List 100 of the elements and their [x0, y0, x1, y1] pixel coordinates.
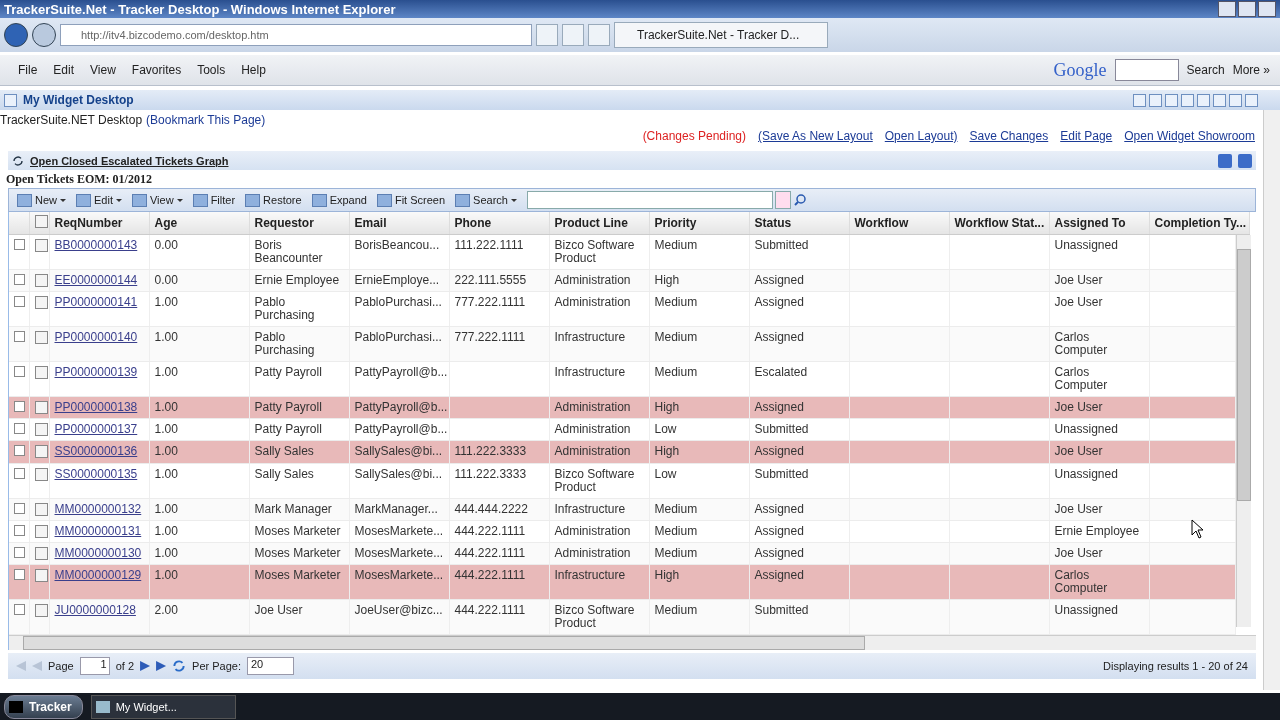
- row-checkbox[interactable]: [34, 568, 48, 582]
- request-link[interactable]: SS0000000136: [54, 444, 138, 459]
- refresh-button[interactable]: [562, 24, 584, 46]
- row-checkbox[interactable]: [34, 401, 48, 415]
- collapse-button[interactable]: [1238, 153, 1252, 168]
- menu-item[interactable]: Favorites: [123, 63, 190, 77]
- request-link[interactable]: MM0000000129: [54, 567, 142, 582]
- request-link[interactable]: SS0000000135: [54, 466, 138, 481]
- layout-link[interactable]: Edit Page: [1060, 129, 1113, 143]
- window-tool-button[interactable]: [1181, 93, 1194, 107]
- select-all-checkbox[interactable]: [34, 215, 48, 228]
- table-row[interactable]: MM0000000132 1.00 Mark Manager MarkManager... 444.444.2222 Infrastructure Medium Assigned Joe User: [9, 498, 1235, 521]
- row-checkbox[interactable]: [34, 603, 48, 617]
- column-header[interactable]: Age: [149, 212, 249, 235]
- row-checkbox[interactable]: [34, 423, 48, 437]
- layout-link[interactable]: (Save As New Layout: [758, 129, 873, 143]
- table-row[interactable]: JU0000000128 2.00 Joe User JoeUser@bizc... 444.222.1111 Bizco Software Product Medium Submitted Unassigned: [9, 599, 1235, 635]
- highlighted-row[interactable]: PP0000000138 1.00 Patty Payroll PattyPayroll@b... Administration High Assigned Joe User: [9, 396, 1235, 419]
- menu-item[interactable]: Edit: [45, 63, 83, 77]
- expand-icon[interactable]: [14, 331, 25, 343]
- expand-icon[interactable]: [14, 568, 25, 580]
- row-checkbox[interactable]: [34, 524, 48, 538]
- horizontal-scrollbar[interactable]: [9, 635, 1256, 650]
- url-field[interactable]: http://itv4.bizcodemo.com/desktop.htm: [60, 24, 532, 46]
- layout-link[interactable]: Open Layout): [884, 129, 958, 143]
- toolbar-button[interactable]: Fit Screen: [372, 193, 450, 207]
- forward-button[interactable]: [32, 23, 56, 47]
- column-header[interactable]: Priority: [649, 212, 749, 235]
- request-link[interactable]: MM0000000132: [54, 501, 142, 516]
- column-header[interactable]: Completion Ty...: [1149, 212, 1249, 235]
- toolbar-button[interactable]: Search: [451, 193, 521, 207]
- compat-button[interactable]: [536, 24, 558, 46]
- table-row[interactable]: BB0000000143 0.00 Boris Beancounter BorisBeancou... 111.222.1111 Bizco Software Product Medium Submitted Unassigned: [9, 235, 1235, 270]
- expand-icon[interactable]: [14, 603, 25, 615]
- request-link[interactable]: PP0000000139: [54, 365, 138, 380]
- page-field[interactable]: 1: [79, 657, 110, 675]
- refresh-icon[interactable]: [12, 154, 24, 167]
- per-page-select[interactable]: 20: [247, 657, 294, 675]
- last-page-icon[interactable]: [156, 661, 167, 671]
- column-header[interactable]: Workflow Stat...: [949, 212, 1049, 235]
- toolbar-button[interactable]: Restore: [241, 193, 306, 207]
- toolbar-button[interactable]: View: [128, 193, 187, 207]
- window-tool-button[interactable]: [1229, 93, 1242, 107]
- column-header[interactable]: ReqNumber: [49, 212, 149, 235]
- expand-icon[interactable]: [14, 401, 25, 413]
- row-checkbox[interactable]: [34, 546, 48, 560]
- window-tool-button[interactable]: [1245, 93, 1258, 107]
- menu-item[interactable]: File: [10, 63, 46, 77]
- column-header[interactable]: Product Line: [549, 212, 649, 235]
- window-tool-button[interactable]: [1197, 93, 1210, 107]
- row-checkbox[interactable]: [34, 502, 48, 516]
- expand-icon[interactable]: [14, 524, 25, 536]
- table-row[interactable]: MM0000000130 1.00 Moses Marketer MosesMarkete... 444.222.1111 Administration Medium Assigned Joe User: [9, 542, 1235, 565]
- layout-link[interactable]: Save Changes: [969, 129, 1049, 143]
- column-header[interactable]: Phone: [449, 212, 549, 235]
- more-button[interactable]: More »: [1232, 63, 1270, 77]
- window-tool-button[interactable]: [1133, 93, 1146, 107]
- request-link[interactable]: PP0000000137: [54, 422, 138, 437]
- request-link[interactable]: BB0000000143: [54, 238, 138, 252]
- expand-icon[interactable]: [14, 423, 25, 435]
- column-header[interactable]: Requestor: [249, 212, 349, 235]
- table-row[interactable]: MM0000000131 1.00 Moses Marketer MosesMarkete... 444.222.1111 Administration Medium Assigned Ernie Employee: [9, 520, 1235, 543]
- toolbar-button[interactable]: Filter: [188, 193, 240, 207]
- window-tool-button[interactable]: [1165, 93, 1178, 107]
- row-checkbox[interactable]: [34, 467, 48, 481]
- expand-icon[interactable]: [14, 445, 25, 457]
- request-link[interactable]: PP0000000141: [54, 295, 138, 310]
- google-search-field[interactable]: [1114, 59, 1179, 81]
- expand-icon[interactable]: [14, 239, 25, 250]
- request-link[interactable]: PP0000000140: [54, 330, 138, 345]
- minimize-button[interactable]: [1218, 1, 1236, 17]
- table-row[interactable]: SS0000000135 1.00 Sally Sales SallySales@bi... 111.222.3333 Bizco Software Product Low Submitted Unassigned: [9, 463, 1235, 499]
- next-page-icon[interactable]: [140, 661, 151, 671]
- request-link[interactable]: MM0000000131: [54, 523, 142, 538]
- panel-title-link[interactable]: Open Closed Escalated Tickets Graph: [30, 154, 229, 167]
- back-button[interactable]: [4, 23, 28, 47]
- menu-item[interactable]: Tools: [189, 63, 234, 77]
- expand-icon[interactable]: [14, 366, 25, 378]
- highlighted-row[interactable]: MM0000000129 1.00 Moses Marketer MosesMarkete... 444.222.1111 Infrastructure High Assigned Carlos Computer: [9, 564, 1235, 600]
- request-link[interactable]: JU0000000128: [54, 602, 136, 617]
- table-row[interactable]: PP0000000137 1.00 Patty Payroll PattyPayroll@b... Administration Low Submitted Unassigned: [9, 418, 1235, 441]
- toolbar-button[interactable]: New: [13, 193, 70, 207]
- window-tool-button[interactable]: [1213, 93, 1226, 107]
- start-button[interactable]: Tracker: [4, 694, 83, 719]
- row-checkbox[interactable]: [34, 331, 48, 345]
- search-icon[interactable]: [792, 193, 807, 207]
- expand-icon[interactable]: [14, 546, 25, 558]
- restore-button[interactable]: [1238, 1, 1256, 17]
- row-checkbox[interactable]: [34, 445, 48, 459]
- column-header[interactable]: Assigned To: [1049, 212, 1149, 235]
- expand-icon[interactable]: [14, 274, 25, 286]
- row-checkbox[interactable]: [34, 274, 48, 288]
- column-header[interactable]: Email: [349, 212, 449, 235]
- search-field[interactable]: [526, 191, 773, 209]
- menu-item[interactable]: Help: [233, 63, 274, 77]
- window-tool-button[interactable]: [1149, 93, 1162, 107]
- taskbar-item[interactable]: My Widget...: [90, 694, 236, 719]
- column-header[interactable]: Status: [749, 212, 849, 235]
- layout-link[interactable]: Open Widget Showroom: [1124, 129, 1255, 143]
- table-row[interactable]: EE0000000144 0.00 Ernie Employee ErnieEmploye... 222.111.5555 Administration High Assigned Joe User: [9, 269, 1235, 292]
